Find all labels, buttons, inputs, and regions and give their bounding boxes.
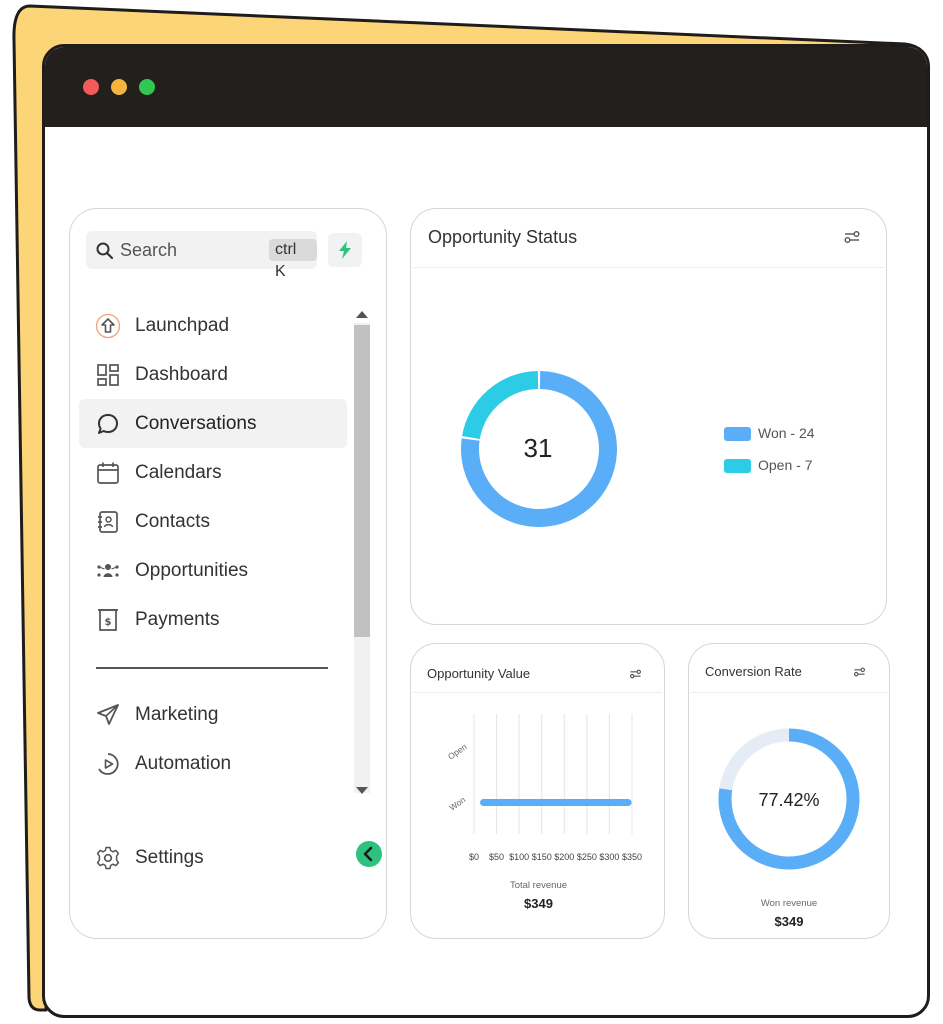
sidebar-nav: Launchpad Dashboard Conversations Calend…	[79, 301, 347, 644]
launchpad-icon	[95, 313, 121, 339]
x-tick-label: $0	[469, 852, 479, 862]
sidebar-item-settings[interactable]: Settings	[79, 833, 347, 882]
legend-label: Open - 7	[758, 457, 813, 473]
card-title: Conversion Rate	[705, 664, 802, 679]
automation-icon	[98, 753, 119, 775]
total-revenue-value: $349	[524, 896, 553, 911]
opportunity-value-bar-chart: $0 $50 $100 $150 $200 $250 $300 $350 Open Won	[446, 714, 642, 862]
sidebar-item-label: Settings	[135, 847, 204, 868]
won-revenue-value: $349	[774, 914, 804, 929]
bar-won[interactable]	[480, 799, 632, 806]
svg-text:$: $	[105, 617, 112, 628]
filter-icon[interactable]	[843, 229, 861, 245]
bolt-icon	[339, 241, 351, 259]
won-revenue-label: Won revenue	[760, 898, 818, 909]
card-title: Opportunity Value	[427, 666, 531, 681]
y-tick-label: Open	[446, 741, 469, 761]
minimize-window-button[interactable]	[111, 79, 127, 95]
sidebar-scrollbar[interactable]	[351, 301, 371, 803]
card-title: Opportunity Status	[428, 227, 578, 247]
sidebar-item-label: Dashboard	[135, 364, 228, 385]
x-tick-label: $150	[532, 852, 552, 862]
conversion-rate-value: 77.42%	[758, 790, 820, 810]
sidebar-item-contacts[interactable]: Contacts	[79, 497, 347, 546]
sidebar-item-automation[interactable]: Automation	[79, 739, 347, 788]
donut-slice-1[interactable]	[462, 371, 539, 440]
title-bar	[45, 47, 927, 127]
sidebar-item-calendars[interactable]: Calendars	[79, 448, 347, 497]
search-shortcut-badge: ctrl K	[269, 239, 317, 280]
sidebar-item-label: Conversations	[135, 413, 257, 434]
legend-label: Won - 24	[758, 425, 815, 441]
payments-icon: $	[98, 609, 118, 631]
quick-action-button[interactable]	[328, 233, 362, 267]
contacts-icon	[98, 511, 118, 533]
sidebar: Search ctrl K Launchpad Dashboard Conver…	[69, 208, 387, 939]
sidebar-item-label: Contacts	[135, 511, 210, 532]
gear-icon	[96, 846, 120, 870]
x-tick-label: $350	[622, 852, 642, 862]
app-window: Search ctrl K Launchpad Dashboard Conver…	[42, 44, 930, 1018]
donut-center-value: 31	[523, 433, 553, 463]
sidebar-divider	[96, 667, 328, 669]
search-placeholder: Search	[120, 240, 178, 260]
collapse-sidebar-button[interactable]	[356, 841, 382, 867]
card-header-divider	[413, 692, 662, 693]
sidebar-item-marketing[interactable]: Marketing	[79, 690, 347, 739]
scroll-down-arrow[interactable]	[356, 787, 368, 794]
search-icon	[96, 242, 114, 260]
dashboard-icon	[97, 364, 119, 386]
total-revenue-label: Total revenue	[509, 880, 568, 891]
sidebar-item-opportunities[interactable]: Opportunities	[79, 546, 347, 595]
chat-bubble-icon	[98, 414, 118, 434]
maximize-window-button[interactable]	[139, 79, 155, 95]
x-tick-label: $50	[489, 852, 504, 862]
opportunities-icon	[97, 564, 119, 577]
sidebar-item-label: Automation	[135, 753, 232, 774]
card-header-divider	[691, 692, 887, 693]
chevron-left-icon	[363, 846, 373, 862]
sidebar-item-label: Launchpad	[135, 315, 230, 336]
sidebar-item-label: Marketing	[135, 704, 219, 725]
sidebar-item-launchpad[interactable]: Launchpad	[79, 301, 347, 350]
card-header-divider	[413, 267, 884, 268]
sidebar-item-label: Calendars	[135, 462, 222, 483]
scroll-up-arrow[interactable]	[356, 311, 368, 318]
sidebar-item-conversations[interactable]: Conversations	[79, 399, 347, 448]
filter-icon[interactable]	[853, 666, 866, 678]
sidebar-item-dashboard[interactable]: Dashboard	[79, 350, 347, 399]
y-tick-label: Won	[447, 794, 467, 812]
search-input[interactable]: Search ctrl K	[86, 231, 317, 280]
legend-swatch	[724, 427, 751, 441]
calendar-icon	[97, 462, 119, 484]
x-tick-label: $200	[554, 852, 574, 862]
legend-swatch	[724, 459, 751, 473]
send-icon	[97, 704, 119, 725]
opportunity-value-card: Opportunity Value $0 $50 $100 $150 $200 $250 $…	[410, 643, 665, 939]
sidebar-item-payments[interactable]: $ Payments	[79, 595, 347, 644]
sidebar-nav-secondary: Marketing Automation	[79, 690, 347, 788]
x-tick-label: $250	[577, 852, 597, 862]
sidebar-item-label: Opportunities	[135, 560, 249, 581]
close-window-button[interactable]	[83, 79, 99, 95]
conversion-rate-card: Conversion Rate 77.42% Won revenue $349	[688, 643, 890, 939]
sidebar-item-label: Payments	[135, 609, 220, 630]
scrollbar-thumb[interactable]	[354, 325, 370, 637]
x-tick-label: $100	[509, 852, 529, 862]
filter-icon[interactable]	[629, 668, 642, 680]
opportunity-status-card: Opportunity Status 31 Won - 24 Open - 7	[410, 208, 887, 625]
x-tick-label: $300	[599, 852, 619, 862]
